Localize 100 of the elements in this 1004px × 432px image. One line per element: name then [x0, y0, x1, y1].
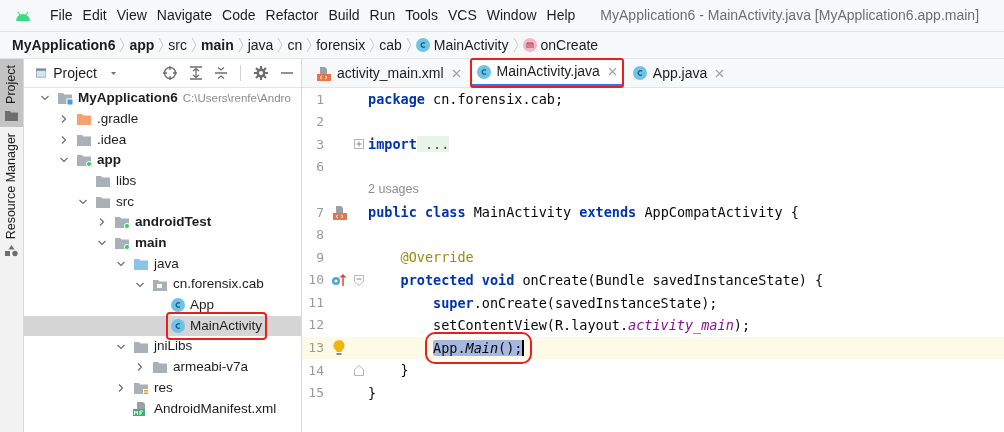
module-folder-icon — [114, 215, 130, 230]
expand-chevron-icon[interactable] — [135, 362, 145, 373]
tree-item[interactable]: cn.forensix.cab — [24, 274, 301, 295]
menu-item[interactable]: View — [111, 5, 152, 26]
expand-chevron-icon[interactable] — [97, 217, 107, 228]
lightbulb-icon[interactable] — [332, 339, 346, 357]
editor-tab[interactable]: MainActivity.java — [470, 59, 623, 87]
menu-item[interactable]: Code — [217, 5, 261, 26]
line-number: 15 — [307, 384, 324, 403]
folder-icon — [76, 132, 92, 147]
code-line: super.onCreate(savedInstanceState); — [433, 293, 718, 313]
tree-item[interactable]: src — [24, 191, 301, 213]
expand-chevron-icon[interactable] — [59, 134, 69, 145]
close-icon[interactable] — [451, 68, 461, 78]
tree-item[interactable]: MyApplication6 C:\Users\renfe\Andro — [24, 88, 301, 109]
breadcrumb-separator-icon — [306, 37, 313, 53]
breadcrumb-item[interactable]: app — [129, 34, 155, 56]
line-number: 1 — [315, 90, 324, 109]
tree-item-path: C:\Users\renfe\Andro — [182, 90, 291, 106]
editor-tab[interactable]: activity_main.xml — [310, 59, 467, 87]
dropdown-caret-icon[interactable] — [110, 70, 116, 76]
menu-item[interactable]: VCS — [442, 5, 482, 26]
expand-chevron-icon[interactable] — [59, 114, 69, 125]
tool-window-tab[interactable]: Resource Manager — [0, 126, 23, 264]
fold-collapse-icon[interactable] — [354, 274, 364, 286]
breadcrumb-item[interactable]: forensix — [316, 34, 366, 56]
breadcrumb-item[interactable]: src — [168, 34, 188, 56]
tree-item[interactable]: .gradle — [24, 108, 301, 130]
folder-icon — [5, 109, 18, 121]
tree-item-label: cn.forensix.cab — [173, 275, 264, 294]
menu-item[interactable]: Refactor — [260, 5, 324, 26]
tree-item[interactable]: java — [24, 253, 301, 275]
folder-icon — [95, 194, 111, 209]
collapse-all-icon[interactable] — [215, 66, 227, 80]
code-line: @Override — [400, 248, 474, 268]
tree-item[interactable]: AndroidManifest.xml — [24, 398, 301, 419]
tree-item-label: armeabi-v7a — [173, 358, 249, 377]
line-number: 9 — [315, 248, 324, 267]
breadcrumb-item[interactable]: MyApplication6 — [12, 34, 116, 56]
method-icon — [522, 38, 537, 52]
breadcrumb-item[interactable]: MainActivity — [415, 34, 509, 56]
tree-item-label: .gradle — [97, 109, 139, 128]
breadcrumb-separator-icon — [237, 37, 244, 53]
expand-all-icon[interactable] — [190, 66, 202, 80]
usages-hint[interactable]: 2 usages — [368, 180, 419, 200]
tree-item-label: res — [154, 378, 173, 397]
tool-window-tab[interactable]: Project — [0, 59, 23, 127]
breadcrumb-item[interactable]: java — [247, 34, 274, 56]
menu-item[interactable]: Navigate — [151, 5, 218, 26]
module-icon — [57, 91, 73, 106]
menu-item[interactable]: Window — [481, 5, 542, 26]
project-view-icon — [36, 66, 47, 80]
line-number: 3 — [315, 135, 324, 154]
class-icon — [476, 64, 491, 79]
tree-item[interactable]: App — [24, 294, 301, 316]
fold-expand-icon[interactable] — [354, 139, 364, 150]
breadcrumb-item[interactable]: cab — [379, 34, 402, 56]
package-icon — [152, 277, 168, 292]
locate-icon[interactable] — [163, 66, 177, 80]
tree-item[interactable]: main — [24, 232, 301, 254]
tree-item[interactable]: libs — [24, 170, 301, 192]
line-number: 7 — [315, 203, 324, 222]
tree-item-label: libs — [116, 171, 137, 190]
editor-tab[interactable]: App.java — [626, 59, 731, 87]
tree-item-label: main — [135, 234, 167, 253]
tree-item-label: androidTest — [135, 213, 212, 232]
close-icon[interactable] — [715, 68, 725, 78]
tree-item-label: java — [154, 254, 179, 273]
tree-item[interactable]: MainActivity — [24, 315, 301, 337]
folder-icon — [76, 112, 92, 127]
settings-icon[interactable] — [254, 66, 268, 80]
tree-item[interactable]: .idea — [24, 129, 301, 151]
tree-item[interactable]: res — [24, 377, 301, 399]
menu-item[interactable]: Run — [364, 5, 401, 26]
close-icon[interactable] — [607, 67, 617, 76]
tree-item[interactable]: armeabi-v7a — [24, 356, 301, 378]
line-number: 10 — [307, 271, 324, 290]
override-marker-icon[interactable] — [331, 273, 347, 288]
tree-item[interactable]: androidTest — [24, 212, 301, 233]
panel-title[interactable]: Project — [53, 62, 97, 84]
xml-file-icon — [316, 65, 331, 81]
tree-item[interactable]: app — [24, 150, 301, 171]
menu-item[interactable]: Tools — [400, 5, 443, 26]
breadcrumb-separator-icon — [277, 37, 284, 53]
breadcrumb-item[interactable]: cn — [287, 34, 303, 56]
xml-file-icon — [331, 204, 347, 220]
line-number: 14 — [307, 361, 324, 380]
expand-chevron-icon[interactable] — [116, 382, 126, 393]
breadcrumb-item[interactable]: main — [201, 34, 234, 56]
menu-item[interactable]: Build — [323, 5, 365, 26]
menu-item[interactable]: Edit — [77, 5, 112, 26]
class-icon — [171, 318, 185, 333]
fold-end-icon[interactable] — [354, 364, 364, 376]
android-logo-icon — [15, 10, 31, 21]
window-title: MyApplication6 - MainActivity.java [MyApplication6.app.main] — [600, 6, 980, 25]
menu-item[interactable]: File — [45, 5, 78, 26]
menu-item[interactable]: Help — [541, 5, 581, 26]
breadcrumb-item[interactable]: onCreate — [522, 34, 599, 56]
tree-item[interactable]: jniLibs — [24, 336, 301, 357]
line-number: 11 — [307, 293, 324, 312]
